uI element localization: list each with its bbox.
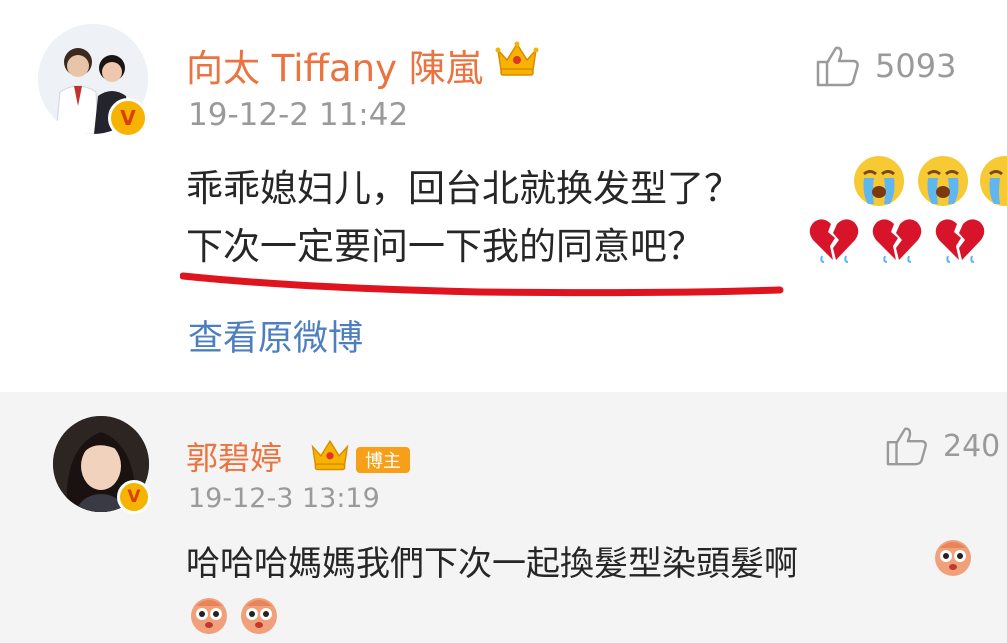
cute-face-icon bbox=[935, 540, 971, 576]
broken-heart-icon bbox=[935, 219, 985, 263]
like-count: 5093 bbox=[875, 47, 957, 85]
verified-badge-icon: V bbox=[117, 480, 151, 514]
comment-text-line-2: 下次一定要问一下我的同意吧？ bbox=[186, 225, 704, 268]
crying-face-icon bbox=[980, 156, 1007, 206]
username[interactable]: 向太 Tiffany 陳嵐 bbox=[186, 38, 483, 92]
like-count: 240 bbox=[943, 428, 1001, 464]
username[interactable]: 郭碧婷 bbox=[186, 433, 282, 479]
comment-text-line-1: 哈哈哈媽媽我們下次一起換髮型染頭髮啊 bbox=[186, 544, 798, 584]
thumbs-up-icon bbox=[816, 46, 859, 87]
comment-card-1: V 向太 Tiffany 陳嵐 19-12-2 11:42 5093 乖乖媳妇儿… bbox=[0, 0, 1007, 392]
comment-text-line-1: 乖乖媳妇儿，回台北就换发型了？ bbox=[186, 167, 741, 210]
crown-icon bbox=[495, 41, 539, 76]
comment-timestamp: 19-12-3 13:19 bbox=[188, 483, 380, 514]
like-button[interactable]: 5093 bbox=[815, 44, 956, 88]
broken-heart-icon bbox=[809, 219, 859, 263]
crown-icon bbox=[311, 439, 349, 471]
like-button[interactable]: 240 bbox=[885, 425, 1000, 467]
view-original-post-link[interactable]: 查看原微博 bbox=[188, 310, 363, 361]
red-underline-annotation bbox=[180, 272, 784, 297]
cute-face-icon bbox=[241, 598, 277, 634]
verified-badge-icon: V bbox=[108, 98, 148, 138]
comment-card-2: V bbox=[0, 392, 1007, 643]
crying-face-icon bbox=[854, 156, 904, 206]
thumbs-up-icon bbox=[886, 427, 927, 466]
broken-heart-icon bbox=[872, 219, 922, 263]
host-badge: 博主 bbox=[356, 447, 410, 473]
cute-face-icon bbox=[191, 598, 227, 634]
crying-face-icon bbox=[918, 156, 968, 206]
comment-timestamp: 19-12-2 11:42 bbox=[188, 97, 409, 133]
